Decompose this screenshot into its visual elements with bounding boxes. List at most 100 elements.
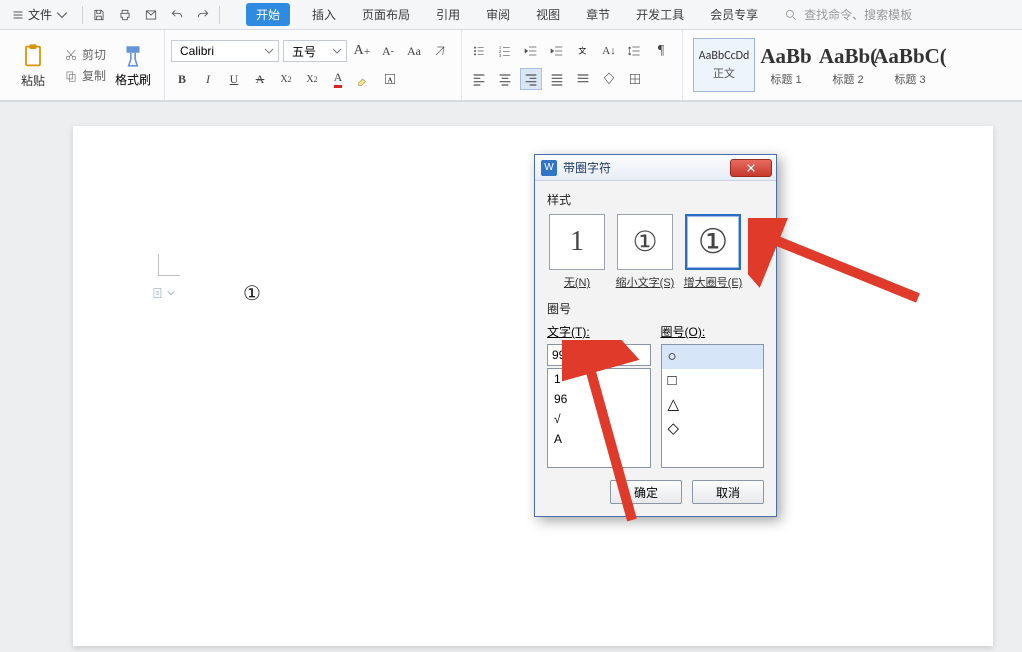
- style-heading3[interactable]: AaBbC( 标题 3: [879, 38, 941, 92]
- style-option-shrink[interactable]: ① 缩小文字(S): [615, 214, 675, 290]
- outline-indicator-icon[interactable]: [151, 286, 175, 300]
- enclosed-character-dialog: W 带圈字符 样式 1 无(N) ① 缩小文字(S) ① 增大圈号(E) 圈号: [534, 154, 777, 517]
- tab-view[interactable]: 视图: [532, 2, 564, 27]
- list-item[interactable]: ○: [662, 345, 764, 369]
- superscript-button[interactable]: X2: [275, 68, 297, 90]
- ok-button[interactable]: 确定: [610, 480, 682, 504]
- strikethrough-button[interactable]: A: [249, 68, 271, 90]
- list-item[interactable]: √: [548, 409, 650, 429]
- clear-formatting-button[interactable]: [429, 40, 451, 62]
- style-option-glyph: 1: [549, 214, 605, 270]
- subscript-button[interactable]: X2: [301, 68, 323, 90]
- increase-indent-button[interactable]: [546, 40, 568, 62]
- document-workspace: ①: [0, 102, 1022, 652]
- ribbon-tabs: 开始 插入 页面布局 引用 审阅 视图 章节 开发工具 会员专享: [246, 2, 762, 27]
- numbering-button[interactable]: 123: [494, 40, 516, 62]
- font-size-value: 五号: [292, 43, 316, 60]
- style-option-glyph: ①: [685, 214, 741, 270]
- character-shading-button[interactable]: A: [379, 68, 401, 90]
- print-preview-icon[interactable]: [143, 7, 159, 23]
- highlight-button[interactable]: [353, 68, 375, 90]
- undo-icon[interactable]: [169, 7, 185, 23]
- italic-button[interactable]: I: [197, 68, 219, 90]
- dropdown-icon: [56, 9, 68, 21]
- list-item[interactable]: □: [662, 369, 764, 393]
- shading-button[interactable]: [598, 68, 620, 90]
- cut-icon: [64, 48, 78, 62]
- line-spacing-button[interactable]: [624, 40, 646, 62]
- font-size-select[interactable]: 五号: [283, 40, 347, 62]
- style-normal[interactable]: AaBbCcDd 正文: [693, 38, 755, 92]
- show-marks-button[interactable]: ¶: [650, 40, 672, 62]
- command-search[interactable]: 查找命令、搜索模板: [776, 3, 920, 26]
- menu-bar: 文件 开始 插入 页面布局 引用 审阅 视图 章节 开发工具 会员专享 查找命令…: [0, 0, 1022, 30]
- copy-icon: [64, 69, 78, 83]
- font-color-button[interactable]: A: [327, 68, 349, 90]
- search-placeholder: 查找命令、搜索模板: [804, 6, 912, 23]
- align-center-button[interactable]: [494, 68, 516, 90]
- align-left-button[interactable]: [468, 68, 490, 90]
- distributed-button[interactable]: [572, 68, 594, 90]
- grow-font-button[interactable]: A+: [351, 40, 373, 62]
- style-options: 1 无(N) ① 缩小文字(S) ① 增大圈号(E): [547, 214, 764, 290]
- style-heading1[interactable]: AaBb 标题 1: [755, 38, 817, 92]
- document-page[interactable]: ①: [73, 126, 993, 646]
- underline-button[interactable]: U: [223, 68, 245, 90]
- paragraph-group: 123 文 A↓ ¶: [462, 30, 683, 100]
- style-option-enlarge[interactable]: ① 增大圈号(E): [683, 214, 743, 290]
- shrink-font-button[interactable]: A-: [377, 40, 399, 62]
- cut-button[interactable]: 剪切: [64, 46, 106, 63]
- print-icon[interactable]: [117, 7, 133, 23]
- dialog-titlebar[interactable]: W 带圈字符: [535, 155, 776, 181]
- close-button[interactable]: [730, 159, 772, 177]
- decrease-indent-button[interactable]: [520, 40, 542, 62]
- tab-start[interactable]: 开始: [246, 3, 290, 26]
- format-painter-button[interactable]: 格式刷: [112, 43, 154, 88]
- list-item[interactable]: A: [548, 429, 650, 449]
- change-case-button[interactable]: Aa: [403, 40, 425, 62]
- close-icon: [746, 163, 756, 173]
- text-direction-button[interactable]: 文: [572, 40, 594, 62]
- cancel-button[interactable]: 取消: [692, 480, 764, 504]
- tab-layout[interactable]: 页面布局: [358, 2, 414, 27]
- bullets-button[interactable]: [468, 40, 490, 62]
- enclosure-options-list[interactable]: ○ □ △ ◇: [661, 344, 765, 468]
- style-section-label: 样式: [547, 191, 764, 208]
- tab-review[interactable]: 审阅: [482, 2, 514, 27]
- save-icon[interactable]: [91, 7, 107, 23]
- copy-button[interactable]: 复制: [64, 67, 106, 84]
- redo-icon[interactable]: [195, 7, 211, 23]
- text-options-list[interactable]: 1 96 √ A: [547, 368, 651, 468]
- list-item[interactable]: 1: [548, 369, 650, 389]
- text-input[interactable]: [547, 344, 651, 366]
- tab-developer[interactable]: 开发工具: [632, 2, 688, 27]
- dialog-title: 带圈字符: [563, 159, 611, 176]
- paste-icon: [19, 42, 47, 70]
- paste-button[interactable]: 粘贴: [12, 42, 54, 89]
- clipboard-small: 剪切 复制: [64, 46, 106, 84]
- list-item[interactable]: ◇: [662, 417, 764, 441]
- paste-label: 粘贴: [21, 72, 45, 89]
- bold-button[interactable]: B: [171, 68, 193, 90]
- borders-button[interactable]: [624, 68, 646, 90]
- font-name-select[interactable]: Calibri: [171, 40, 279, 62]
- file-menu[interactable]: 文件: [6, 4, 74, 25]
- tab-insert[interactable]: 插入: [308, 2, 340, 27]
- document-content: ①: [243, 281, 261, 306]
- list-item[interactable]: 96: [548, 389, 650, 409]
- search-icon: [784, 8, 798, 22]
- tab-premium[interactable]: 会员专享: [706, 2, 762, 27]
- list-item[interactable]: △: [662, 393, 764, 417]
- align-right-button[interactable]: [520, 68, 542, 90]
- style-option-label: 增大圈号(E): [684, 274, 743, 290]
- style-option-none[interactable]: 1 无(N): [547, 214, 607, 290]
- style-heading2[interactable]: AaBb( 标题 2: [817, 38, 879, 92]
- format-painter-icon: [120, 43, 146, 69]
- dropdown-icon: [264, 46, 274, 56]
- align-justify-button[interactable]: [546, 68, 568, 90]
- sort-button[interactable]: A↓: [598, 40, 620, 62]
- tab-section[interactable]: 章节: [582, 2, 614, 27]
- clipboard-group: 粘贴 剪切 复制 格式刷: [6, 30, 165, 100]
- file-label: 文件: [28, 6, 52, 23]
- tab-references[interactable]: 引用: [432, 2, 464, 27]
